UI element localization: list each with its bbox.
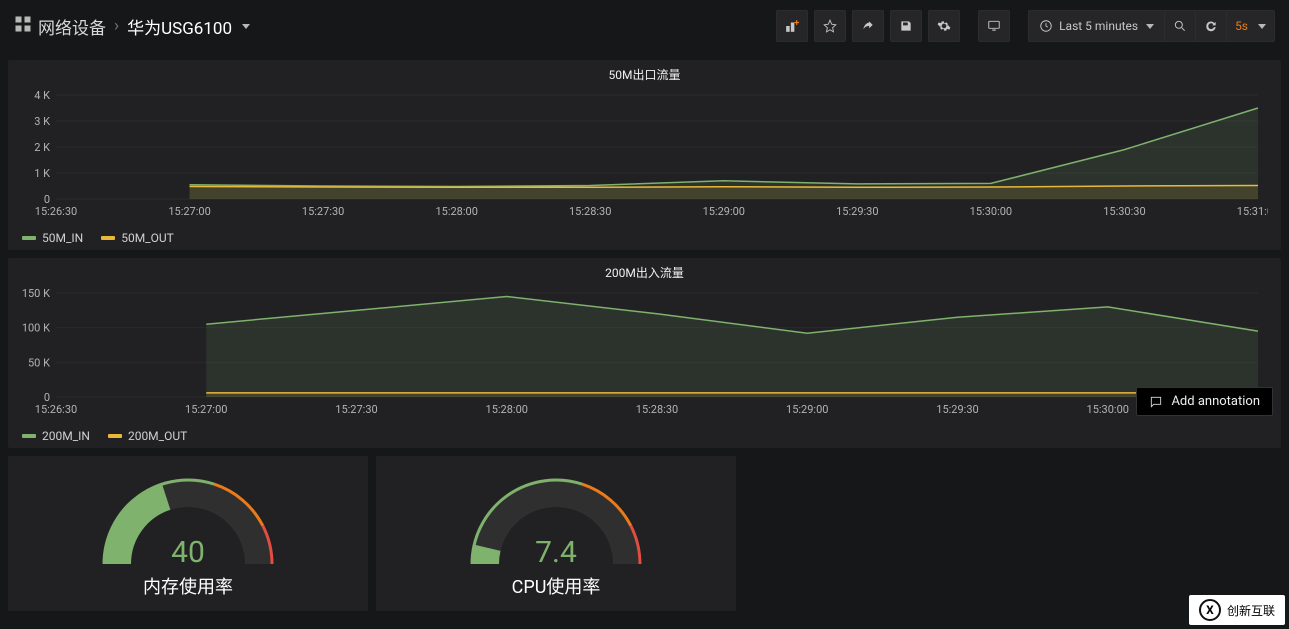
- legend-label: 200M_IN: [42, 429, 90, 443]
- svg-text:4 K: 4 K: [34, 89, 50, 102]
- legend-label: 50M_OUT: [121, 231, 174, 245]
- watermark-icon: X: [1199, 599, 1221, 621]
- dashboard-title[interactable]: 华为USG6100: [127, 14, 232, 39]
- gauge-svg: 40: [88, 469, 288, 579]
- svg-text:15:29:00: 15:29:00: [786, 403, 828, 416]
- svg-text:3 K: 3 K: [34, 115, 50, 128]
- gauge-label: CPU使用率: [512, 573, 601, 599]
- legend-item[interactable]: 200M_IN: [22, 429, 90, 443]
- panel-50m-traffic[interactable]: 50M出口流量 01 K2 K3 K4 K15:26:3015:27:0015:…: [8, 60, 1281, 250]
- svg-text:15:27:30: 15:27:30: [302, 205, 344, 218]
- svg-text:40: 40: [171, 535, 205, 570]
- svg-text:15:31:00: 15:31:00: [1237, 205, 1268, 218]
- gauge-row: 40 内存使用率 7.4 CPU使用率: [8, 456, 1281, 611]
- time-range-label: Last 5 minutes: [1059, 19, 1138, 33]
- svg-text:15:26:30: 15:26:30: [35, 205, 77, 218]
- svg-text:15:28:00: 15:28:00: [486, 403, 528, 416]
- svg-text:15:30:30: 15:30:30: [1103, 205, 1145, 218]
- gauge-label: 内存使用率: [143, 573, 233, 599]
- refresh-button[interactable]: [1195, 10, 1227, 42]
- star-button[interactable]: [814, 10, 846, 42]
- svg-text:150 K: 150 K: [22, 287, 50, 300]
- toolbar: Last 5 minutes 5s: [776, 10, 1275, 42]
- zoom-out-button[interactable]: [1164, 10, 1196, 42]
- svg-text:15:29:00: 15:29:00: [703, 205, 745, 218]
- legend-item[interactable]: 50M_IN: [22, 231, 83, 245]
- panel-200m-traffic[interactable]: 200M出入流量 050 K100 K150 K15:26:3015:27:00…: [8, 258, 1281, 448]
- time-picker: Last 5 minutes 5s: [1028, 10, 1275, 42]
- chevron-down-icon: [1146, 24, 1154, 29]
- chart-svg[interactable]: 050 K100 K150 K15:26:3015:27:0015:27:301…: [18, 287, 1268, 417]
- chart-svg[interactable]: 01 K2 K3 K4 K15:26:3015:27:0015:27:3015:…: [18, 89, 1268, 219]
- settings-button[interactable]: [928, 10, 960, 42]
- panel-cpu-gauge[interactable]: 7.4 CPU使用率: [376, 456, 736, 611]
- graph-area[interactable]: 01 K2 K3 K4 K15:26:3015:27:0015:27:3015:…: [8, 83, 1281, 223]
- chevron-down-icon: [1258, 24, 1266, 29]
- legend-swatch: [22, 434, 36, 438]
- comment-icon: [1149, 395, 1163, 409]
- legend-label: 200M_OUT: [128, 429, 187, 443]
- svg-text:7.4: 7.4: [535, 535, 577, 570]
- panel-title: 50M出口流量: [8, 60, 1281, 83]
- svg-text:15:30:00: 15:30:00: [970, 205, 1012, 218]
- legend: 50M_IN 50M_OUT: [8, 223, 1281, 255]
- svg-text:15:26:30: 15:26:30: [35, 403, 77, 416]
- svg-text:15:27:00: 15:27:00: [168, 205, 210, 218]
- legend-swatch: [108, 434, 122, 438]
- breadcrumb-separator-icon: ›: [114, 16, 119, 36]
- save-button[interactable]: [890, 10, 922, 42]
- add-annotation-tooltip[interactable]: Add annotation: [1136, 387, 1273, 416]
- svg-text:15:28:30: 15:28:30: [569, 205, 611, 218]
- add-panel-button[interactable]: [776, 10, 808, 42]
- breadcrumb-root[interactable]: 网络设备: [38, 14, 106, 39]
- time-range-button[interactable]: Last 5 minutes: [1028, 10, 1165, 42]
- legend-swatch: [22, 236, 36, 240]
- panel-title: 200M出入流量: [8, 258, 1281, 281]
- dashboard-body: 50M出口流量 01 K2 K3 K4 K15:26:3015:27:0015:…: [0, 60, 1289, 611]
- footer-watermark: X 创新互联: [1189, 595, 1285, 625]
- svg-text:15:28:30: 15:28:30: [636, 403, 678, 416]
- svg-text:50 K: 50 K: [28, 356, 50, 369]
- legend: 200M_IN 200M_OUT: [8, 421, 1281, 453]
- cycle-view-button[interactable]: [978, 10, 1010, 42]
- svg-text:100 K: 100 K: [22, 322, 50, 335]
- gauge-svg: 7.4: [456, 469, 656, 579]
- watermark-text: 创新互联: [1227, 602, 1275, 619]
- refresh-interval-label: 5s: [1235, 19, 1248, 33]
- chevron-down-icon[interactable]: [242, 24, 250, 29]
- legend-label: 50M_IN: [42, 231, 83, 245]
- legend-item[interactable]: 200M_OUT: [108, 429, 187, 443]
- svg-text:1 K: 1 K: [34, 167, 50, 180]
- svg-text:15:29:30: 15:29:30: [936, 403, 978, 416]
- svg-text:15:27:00: 15:27:00: [185, 403, 227, 416]
- svg-text:15:29:30: 15:29:30: [836, 205, 878, 218]
- legend-item[interactable]: 50M_OUT: [101, 231, 174, 245]
- svg-text:2 K: 2 K: [34, 141, 50, 154]
- legend-swatch: [101, 236, 115, 240]
- topbar: 网络设备 › 华为USG6100 Last 5 minutes: [0, 0, 1289, 52]
- svg-text:15:28:00: 15:28:00: [435, 205, 477, 218]
- breadcrumb[interactable]: 网络设备 › 华为USG6100: [14, 14, 768, 39]
- share-button[interactable]: [852, 10, 884, 42]
- add-annotation-label: Add annotation: [1171, 394, 1260, 409]
- refresh-interval-button[interactable]: 5s: [1226, 10, 1275, 42]
- svg-text:15:30:00: 15:30:00: [1087, 403, 1129, 416]
- graph-area[interactable]: 050 K100 K150 K15:26:3015:27:0015:27:301…: [8, 281, 1281, 421]
- svg-text:15:27:30: 15:27:30: [335, 403, 377, 416]
- panel-memory-gauge[interactable]: 40 内存使用率: [8, 456, 368, 611]
- dashboard-grid-icon[interactable]: [14, 15, 32, 37]
